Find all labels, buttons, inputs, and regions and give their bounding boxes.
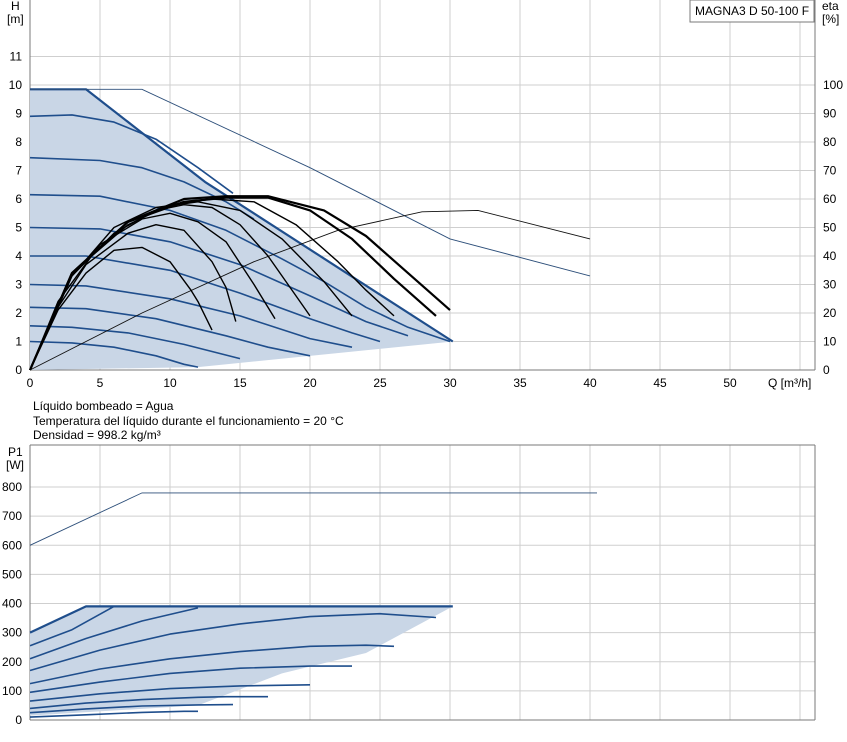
power-chart: 0 100 200 300 400 500 600 700 800 P1[W] [2, 444, 816, 727]
y-tick-label: 0 [15, 363, 22, 377]
y-tick-label: 5 [15, 221, 22, 235]
y-axis-unit: [W] [6, 458, 24, 472]
y-tick-label: 6 [15, 192, 22, 206]
y-tick-label: 3 [15, 278, 22, 292]
note-fluid: Líquido bombeado = Agua [33, 399, 174, 413]
x-tick-label: 25 [373, 376, 387, 390]
x-tick-label: 30 [443, 376, 457, 390]
y-tick-label: 10 [9, 78, 23, 92]
model-label: MAGNA3 D 50-100 F [695, 4, 809, 18]
model-label-box: MAGNA3 D 50-100 F [689, 0, 815, 23]
y2-tick-label: 30 [823, 278, 837, 292]
y-tick-label: 600 [2, 538, 22, 552]
x-tick-label: 40 [583, 376, 597, 390]
y2-tick-label: 60 [823, 192, 837, 206]
x-tick-label: 0 [27, 376, 34, 390]
y-tick-label: 9 [15, 107, 22, 121]
y2-tick-label: 20 [823, 306, 837, 320]
y2-tick-label: 80 [823, 135, 837, 149]
y-axis-unit: [m] [7, 12, 24, 26]
y2-tick-label: 100 [823, 78, 843, 92]
y-tick-label: 11 [10, 50, 23, 64]
x-tick-label: 10 [163, 376, 177, 390]
head-chart: 0123456789101101020304050607080901000 5 10… [7, 0, 843, 390]
y-tick-label: 1 [15, 335, 22, 349]
x-axis-title: Q [m³/h] [768, 376, 811, 390]
y2-tick-label: 70 [823, 164, 837, 178]
y-tick-label: 4 [15, 249, 22, 263]
y-tick-label: 300 [2, 626, 22, 640]
y-tick-label: 200 [2, 655, 22, 669]
pump-performance-chart: 0123456789101101020304050607080901000 5 10… [2, 0, 843, 727]
y-tick-label: 0 [15, 713, 22, 727]
fluid-notes: Líquido bombeado = Agua Temperatura del … [33, 399, 344, 442]
note-density: Densidad = 998.2 kg/m³ [33, 428, 161, 442]
y-tick-label: 400 [2, 597, 22, 611]
note-temperature: Temperatura del líquido durante el funci… [33, 414, 344, 428]
y2-tick-label: 40 [823, 249, 837, 263]
x-tick-label: 45 [653, 376, 667, 390]
y2-axis-unit: [%] [822, 12, 839, 26]
x-tick-label: 50 [723, 376, 737, 390]
y2-tick-label: 50 [823, 221, 837, 235]
y-tick-label: 500 [2, 567, 22, 581]
y-tick-label: 7 [15, 164, 22, 178]
x-tick-label: 15 [233, 376, 247, 390]
y2-tick-label: 10 [823, 335, 837, 349]
y-tick-label: 100 [2, 684, 22, 698]
x-tick-label: 20 [303, 376, 317, 390]
y2-tick-label: 0 [823, 363, 830, 377]
y-tick-label: 2 [15, 306, 22, 320]
x-tick-label: 35 [513, 376, 527, 390]
y-tick-label: 800 [2, 480, 22, 494]
y-tick-label: 8 [15, 135, 22, 149]
y-tick-label: 700 [2, 509, 22, 523]
x-tick-label: 5 [97, 376, 104, 390]
y-axis-title: P1 [8, 445, 23, 459]
y2-tick-label: 90 [823, 107, 837, 121]
